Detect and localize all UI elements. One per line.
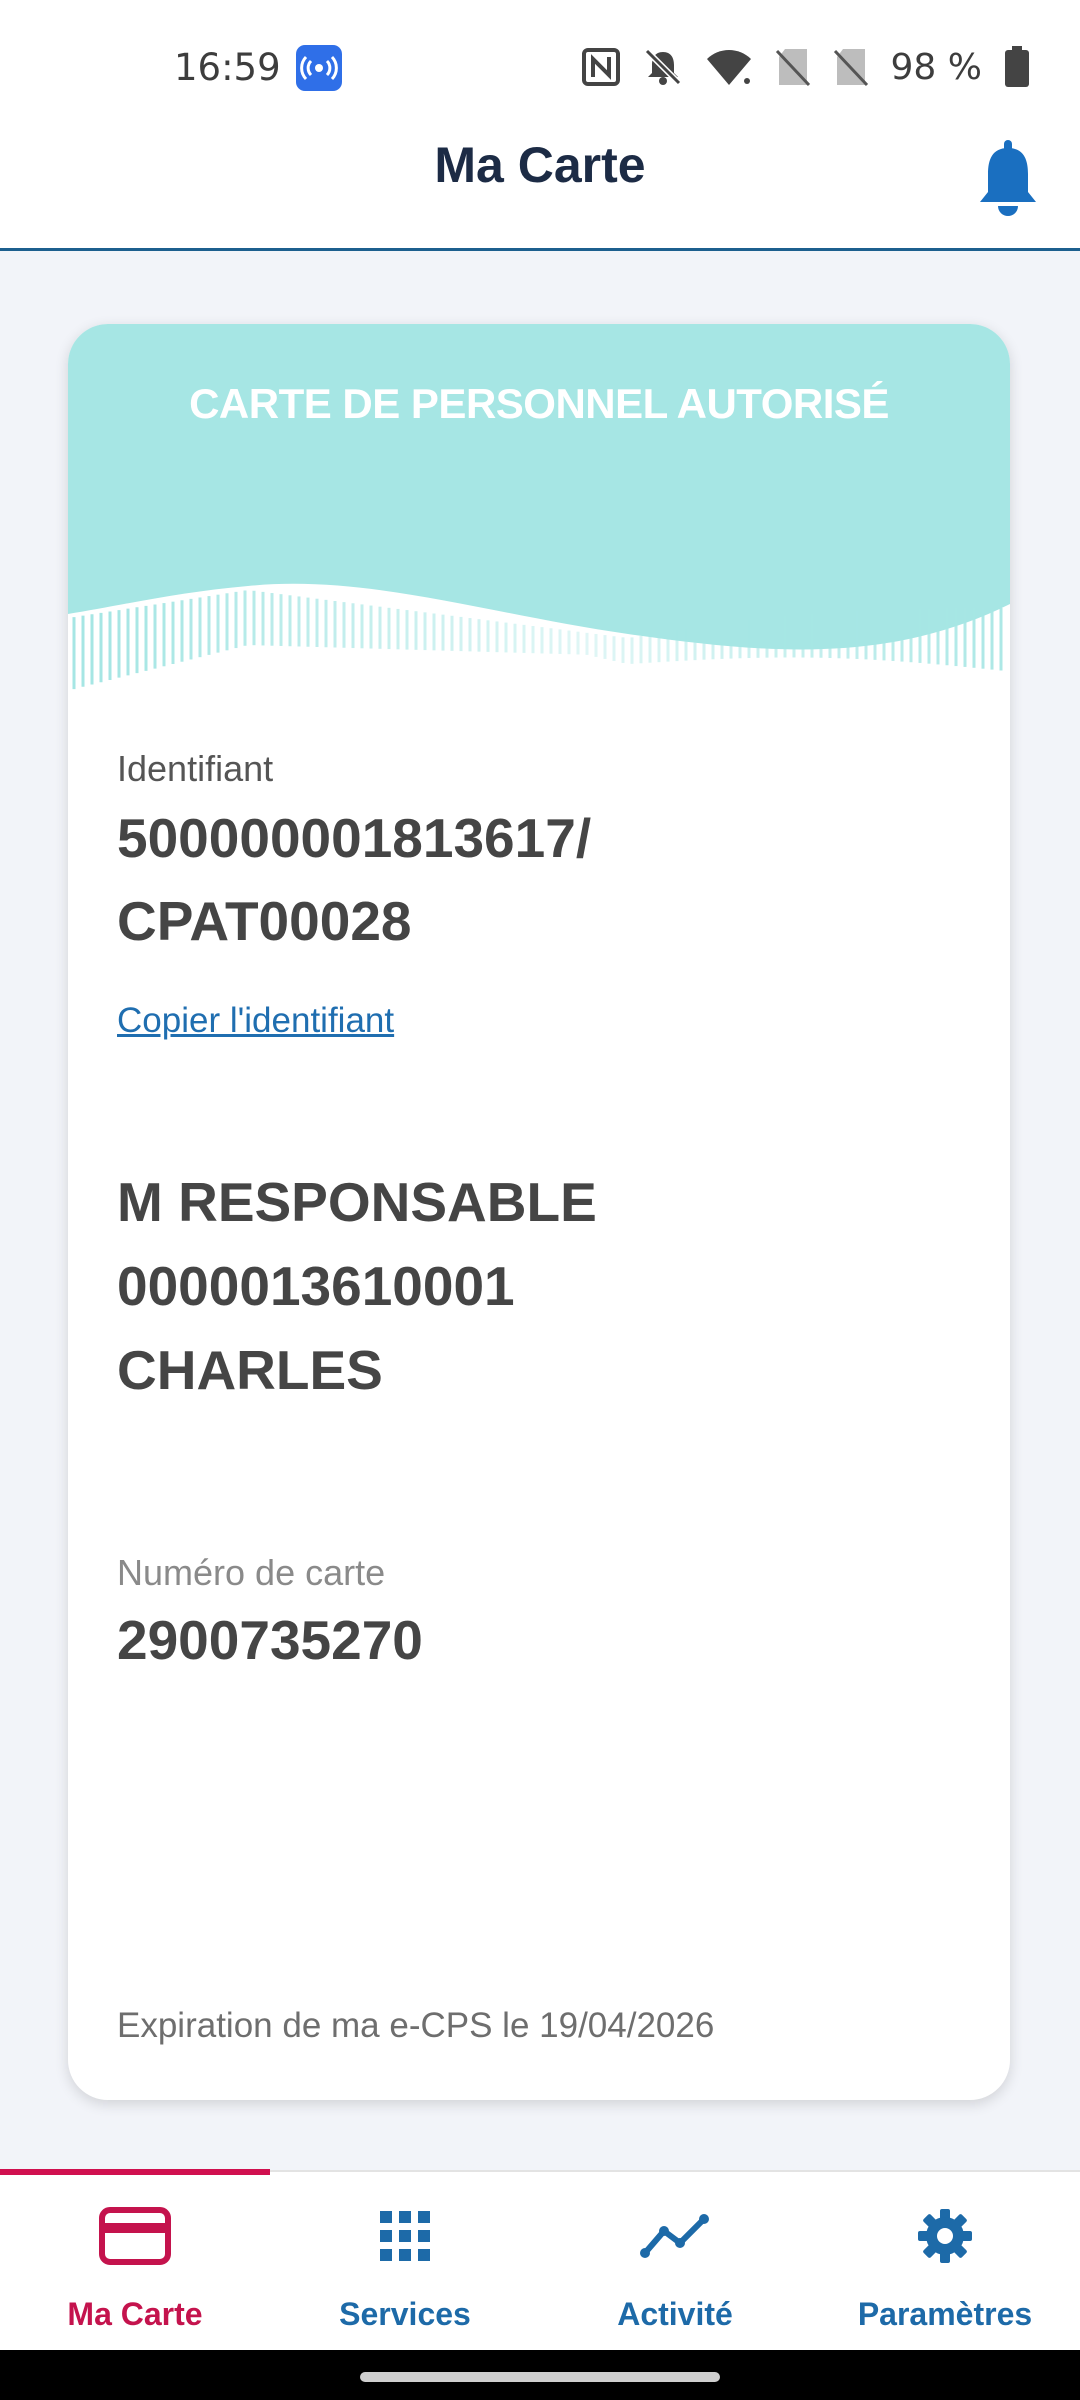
status-bar: 16:59 98 % <box>0 0 1080 140</box>
grid-icon <box>380 2210 430 2266</box>
cast-icon <box>296 45 342 91</box>
card-number-label: Numéro de carte <box>117 1552 386 1593</box>
bottom-nav: Ma Carte Services Activité Paramètres <box>0 2169 1080 2352</box>
nav-tab-parametres[interactable]: Paramètres <box>810 2172 1080 2352</box>
professional-card: CARTE DE PERSONNEL AUTORISÉ Identifiant … <box>68 324 1010 2100</box>
nav-tab-activite[interactable]: Activité <box>540 2172 810 2352</box>
nav-label: Services <box>339 2296 471 2332</box>
bell-icon <box>976 140 1040 226</box>
wifi-icon <box>705 47 753 87</box>
home-gesture-handle[interactable] <box>360 2372 720 2382</box>
no-sim-icon <box>833 47 869 87</box>
nav-label: Activité <box>617 2296 733 2332</box>
page-title: Ma Carte <box>434 137 646 193</box>
identifier-value-line2: CPAT00028 <box>117 890 412 952</box>
gesture-bar <box>0 2350 1080 2400</box>
activity-icon <box>640 2213 710 2264</box>
holder-line3: CHARLES <box>117 1339 383 1401</box>
status-icons: 98 % <box>581 44 1030 90</box>
nav-tab-services[interactable]: Services <box>270 2172 540 2352</box>
battery-icon <box>1004 46 1030 88</box>
holder-line2: 0000013610001 <box>117 1255 515 1317</box>
no-sim-icon <box>775 47 811 87</box>
holder-line1: M RESPONSABLE <box>117 1171 597 1233</box>
nav-label: Paramètres <box>857 2296 1033 2332</box>
nav-tab-ma-carte[interactable]: Ma Carte <box>0 2172 270 2352</box>
nav-label: Ma Carte <box>67 2296 203 2332</box>
identifier-label: Identifiant <box>117 748 274 789</box>
bell-off-icon <box>643 47 683 87</box>
identifier-value-line1: 500000001813617/ <box>117 807 592 869</box>
battery-percent: 98 % <box>890 46 982 88</box>
card-number-value: 2900735270 <box>117 1609 423 1671</box>
status-time: 16:59 <box>174 46 281 89</box>
copy-identifier-link[interactable]: Copier l'identifiant <box>117 1001 394 1041</box>
gear-icon <box>917 2208 973 2269</box>
expiry-text: Expiration de ma e-CPS le 19/04/2026 <box>117 2006 715 2045</box>
notifications-button[interactable] <box>976 140 1040 222</box>
nfc-icon <box>581 47 621 87</box>
card-icon <box>99 2206 171 2270</box>
app-header: Ma Carte <box>0 140 1080 251</box>
card-title: CARTE DE PERSONNEL AUTORISÉ <box>189 380 889 427</box>
